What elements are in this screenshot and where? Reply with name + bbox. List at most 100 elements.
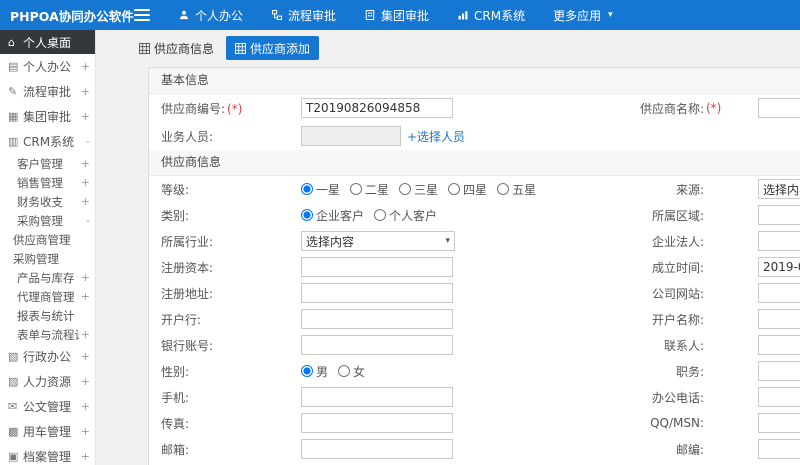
- radio-input[interactable]: [350, 183, 363, 195]
- app-logo: PHPOA协同办公软件: [10, 8, 134, 24]
- group-approval-icon: ▦: [8, 110, 19, 123]
- sidebar-item-sales-mgmt[interactable]: 销售管理 +: [0, 173, 95, 192]
- grid-icon: [235, 42, 247, 54]
- sidebar-item-desktop[interactable]: ⌂ 个人桌面: [0, 30, 95, 54]
- sidebar-item-supplier-mgmt[interactable]: 供应商管理: [0, 230, 95, 249]
- crm-system-icon: ▥: [8, 135, 19, 148]
- level-option-2[interactable]: 二星: [350, 181, 389, 198]
- field-label-email: 邮箱:: [161, 442, 190, 457]
- sidebar-item-document-mgmt[interactable]: ✉ 公文管理 +: [0, 394, 95, 419]
- admin-office-icon: ▧: [8, 350, 19, 363]
- website-input[interactable]: [758, 283, 800, 303]
- field-label-category: 类别:: [161, 208, 190, 223]
- job-title-input[interactable]: [758, 361, 800, 381]
- legal-person-input[interactable]: [758, 231, 800, 251]
- mobile-input[interactable]: [301, 387, 453, 407]
- source-select[interactable]: 选择内容 ▾: [758, 179, 800, 199]
- fax-input[interactable]: [301, 413, 453, 433]
- sidebar-item-crm-system[interactable]: ▥ CRM系统 -: [0, 129, 95, 154]
- radio-input[interactable]: [374, 209, 387, 221]
- tab-supplier-add[interactable]: 供应商添加: [226, 36, 320, 60]
- level-option-3[interactable]: 三星: [399, 181, 438, 198]
- nav-personal-office[interactable]: 个人办公: [164, 0, 257, 30]
- expand-icon: +: [80, 290, 90, 303]
- choose-staff-link[interactable]: +选择人员: [407, 128, 465, 145]
- supplier-name-input[interactable]: [758, 98, 800, 118]
- gender-option-female[interactable]: 女: [338, 363, 365, 380]
- contact-input[interactable]: [758, 335, 800, 355]
- industry-select[interactable]: 选择内容 ▾: [301, 231, 455, 251]
- category-option-company[interactable]: 企业客户: [301, 207, 364, 224]
- level-option-1[interactable]: 一星: [301, 181, 340, 198]
- expand-icon: +: [80, 450, 90, 463]
- field-label-fax: 传真:: [161, 416, 190, 431]
- vehicle-icon: ▩: [8, 425, 19, 438]
- level-option-4[interactable]: 四星: [448, 181, 487, 198]
- form-row: 业务人员: +选择人员: [149, 122, 800, 150]
- dropdown-arrow-icon: ▾: [445, 236, 450, 246]
- archive-icon: ▣: [8, 450, 19, 463]
- sidebar-item-purchase-mgmt[interactable]: 采购管理 -: [0, 211, 95, 230]
- collapse-icon: -: [86, 135, 90, 148]
- sidebar-item-purchasing[interactable]: 采购管理: [0, 249, 95, 268]
- supplier-add-form: 基本信息 供应商编号:(*) 供应商名称: (*) 业务人员: +选择人员: [148, 67, 800, 465]
- field-label-reg-address: 注册地址:: [161, 286, 214, 301]
- sidebar-item-archive-mgmt[interactable]: ▣ 档案管理 +: [0, 444, 95, 465]
- menu-toggle-icon[interactable]: [134, 6, 150, 24]
- sidebar-item-reports[interactable]: 报表与统计: [0, 306, 95, 325]
- radio-input[interactable]: [301, 365, 313, 377]
- nav-crm-system[interactable]: CRM系统: [443, 0, 539, 30]
- field-label-account-name: 开户名称:: [651, 312, 704, 327]
- reg-address-input[interactable]: [301, 283, 453, 303]
- tab-supplier-info[interactable]: 供应商信息: [130, 36, 223, 60]
- gender-option-male[interactable]: 男: [301, 363, 328, 380]
- category-option-personal[interactable]: 个人客户: [374, 207, 437, 224]
- sidebar-item-hr[interactable]: ▨ 人力资源 +: [0, 369, 95, 394]
- region-input[interactable]: [758, 205, 800, 225]
- form-row: 银行账号: 联系人:: [149, 332, 800, 358]
- nav-more-apps[interactable]: 更多应用 ▾: [539, 0, 627, 30]
- radio-input[interactable]: [301, 183, 313, 195]
- level-option-5[interactable]: 五星: [497, 181, 536, 198]
- sidebar-item-admin-office[interactable]: ▧ 行政办公 +: [0, 344, 95, 369]
- sidebar-item-group-approval[interactable]: ▦ 集团审批 +: [0, 104, 95, 129]
- field-label-supplier-name: 供应商名称:: [639, 101, 704, 116]
- sidebar-item-personal-office[interactable]: ▤ 个人办公 +: [0, 54, 95, 79]
- zip-input[interactable]: [758, 439, 800, 459]
- staff-input[interactable]: [301, 126, 401, 146]
- sidebar-item-agent-mgmt[interactable]: 代理商管理 +: [0, 287, 95, 306]
- bank-account-input[interactable]: [301, 335, 453, 355]
- capital-input[interactable]: [301, 257, 453, 277]
- sidebar-item-form-flow-settings[interactable]: 表单与流程设置 +: [0, 325, 95, 344]
- field-label-level: 等级:: [161, 182, 190, 197]
- radio-input[interactable]: [497, 183, 510, 195]
- nav-process-approval[interactable]: 流程审批: [257, 0, 350, 30]
- supplier-no-input[interactable]: [301, 98, 453, 118]
- radio-input[interactable]: [399, 183, 412, 195]
- qq-input[interactable]: [758, 413, 800, 433]
- expand-icon: +: [80, 375, 90, 388]
- radio-input[interactable]: [338, 365, 351, 377]
- expand-icon: +: [80, 110, 90, 123]
- sidebar-item-process-approval[interactable]: ✎ 流程审批 +: [0, 79, 95, 104]
- sidebar-item-vehicle-mgmt[interactable]: ▩ 用车管理 +: [0, 419, 95, 444]
- field-label-mobile: 手机:: [161, 390, 190, 405]
- sidebar-item-customer-mgmt[interactable]: 客户管理 +: [0, 154, 95, 173]
- email-input[interactable]: [301, 439, 453, 459]
- radio-input[interactable]: [301, 209, 313, 221]
- expand-icon: +: [80, 176, 90, 189]
- office-tel-input[interactable]: [758, 387, 800, 407]
- section-header-supplier-info: 供应商信息: [149, 150, 800, 176]
- account-name-input[interactable]: [758, 309, 800, 329]
- nav-group-approval[interactable]: 集团审批: [350, 0, 443, 30]
- form-row: 手机: 办公电话:: [149, 384, 800, 410]
- founded-date-input[interactable]: [758, 257, 800, 277]
- form-row: 性别: 男 女 职务:: [149, 358, 800, 384]
- sidebar-item-finance[interactable]: 财务收支 +: [0, 192, 95, 211]
- bank-input[interactable]: [301, 309, 453, 329]
- sidebar-item-product-inventory[interactable]: 产品与库存 +: [0, 268, 95, 287]
- field-label-industry: 所属行业:: [161, 234, 214, 249]
- radio-input[interactable]: [448, 183, 461, 195]
- desktop-icon: ⌂: [8, 35, 15, 49]
- tab-bar: 供应商信息 供应商添加: [130, 36, 800, 60]
